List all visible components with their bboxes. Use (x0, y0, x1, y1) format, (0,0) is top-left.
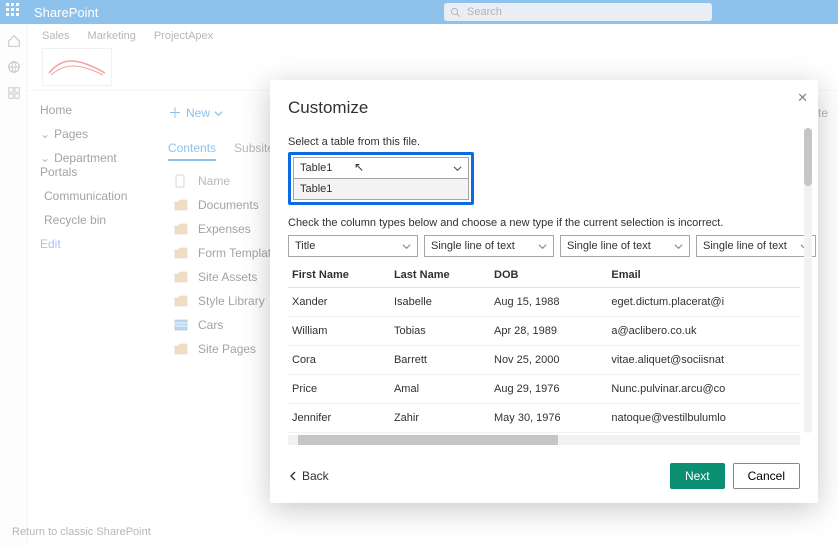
cell-last-name: Tobias (390, 317, 490, 346)
cell-first-name: Xander (288, 288, 390, 317)
chevron-left-icon (288, 471, 298, 481)
cell-first-name: Price (288, 375, 390, 404)
scrollbar-thumb[interactable] (298, 435, 558, 445)
cell-dob: Apr 28, 1989 (490, 317, 607, 346)
cell-last-name: Zahir (390, 404, 490, 433)
cell-email: natoque@vestilbulumlo (607, 404, 800, 433)
col-header-dob[interactable]: DOB (490, 263, 607, 288)
close-icon[interactable]: ✕ (797, 90, 808, 106)
cell-last-name: Amal (390, 375, 490, 404)
cursor-icon: ↖ (354, 160, 364, 174)
chevron-down-icon (674, 242, 683, 251)
col-header-first-name[interactable]: First Name (288, 263, 390, 288)
chevron-down-icon (453, 164, 462, 173)
table-select-highlight: Table1 ↖ Table1 (288, 152, 474, 205)
col-header-last-name[interactable]: Last Name (390, 263, 490, 288)
cancel-button[interactable]: Cancel (733, 463, 800, 489)
back-button[interactable]: Back (288, 469, 329, 483)
chevron-down-icon (538, 242, 547, 251)
col-header-email[interactable]: Email (607, 263, 800, 288)
table-select[interactable]: Table1 ↖ (293, 157, 469, 179)
next-button[interactable]: Next (670, 463, 725, 489)
table-row: WilliamTobiasApr 28, 1989a@aclibero.co.u… (288, 317, 800, 346)
cell-email: vitae.aliquet@sociisnat (607, 346, 800, 375)
cell-last-name: Isabelle (390, 288, 490, 317)
preview-table: First Name Last Name DOB Email XanderIsa… (288, 263, 800, 445)
cell-dob: May 30, 1976 (490, 404, 607, 433)
cell-dob: Nov 25, 2000 (490, 346, 607, 375)
chevron-down-icon (402, 242, 411, 251)
column-type-select-3[interactable]: Single line of text (696, 235, 816, 257)
column-type-select-1[interactable]: Single line of text (424, 235, 554, 257)
horizontal-scrollbar[interactable] (288, 435, 800, 445)
table-row: XanderIsabelleAug 15, 1988eget.dictum.pl… (288, 288, 800, 317)
cell-first-name: Jennifer (288, 404, 390, 433)
table-row: CoraBarrettNov 25, 2000vitae.aliquet@soc… (288, 346, 800, 375)
table-select-option[interactable]: Table1 (293, 179, 469, 200)
table-select-value: Table1 (300, 162, 332, 174)
table-row: PriceAmalAug 29, 1976Nunc.pulvinar.arcu@… (288, 375, 800, 404)
vertical-scrollbar[interactable] (804, 128, 812, 433)
table-row: JenniferZahirMay 30, 1976natoque@vestilb… (288, 404, 800, 433)
modal-overlay: ✕ Customize Select a table from this fil… (0, 0, 838, 546)
column-instruction: Check the column types below and choose … (288, 217, 800, 229)
cell-email: Nunc.pulvinar.arcu@co (607, 375, 800, 404)
cell-dob: Aug 15, 1988 (490, 288, 607, 317)
modal-title: Customize (288, 98, 800, 118)
cell-email: eget.dictum.placerat@i (607, 288, 800, 317)
customize-modal: ✕ Customize Select a table from this fil… (270, 80, 818, 503)
table-select-label: Select a table from this file. (288, 136, 800, 148)
column-type-select-2[interactable]: Single line of text (560, 235, 690, 257)
cell-first-name: William (288, 317, 390, 346)
scrollbar-thumb[interactable] (804, 128, 812, 186)
cell-first-name: Cora (288, 346, 390, 375)
cell-last-name: Barrett (390, 346, 490, 375)
column-type-row: Title Single line of text Single line of… (288, 235, 800, 257)
cell-dob: Aug 29, 1976 (490, 375, 607, 404)
cell-email: a@aclibero.co.uk (607, 317, 800, 346)
column-type-select-0[interactable]: Title (288, 235, 418, 257)
